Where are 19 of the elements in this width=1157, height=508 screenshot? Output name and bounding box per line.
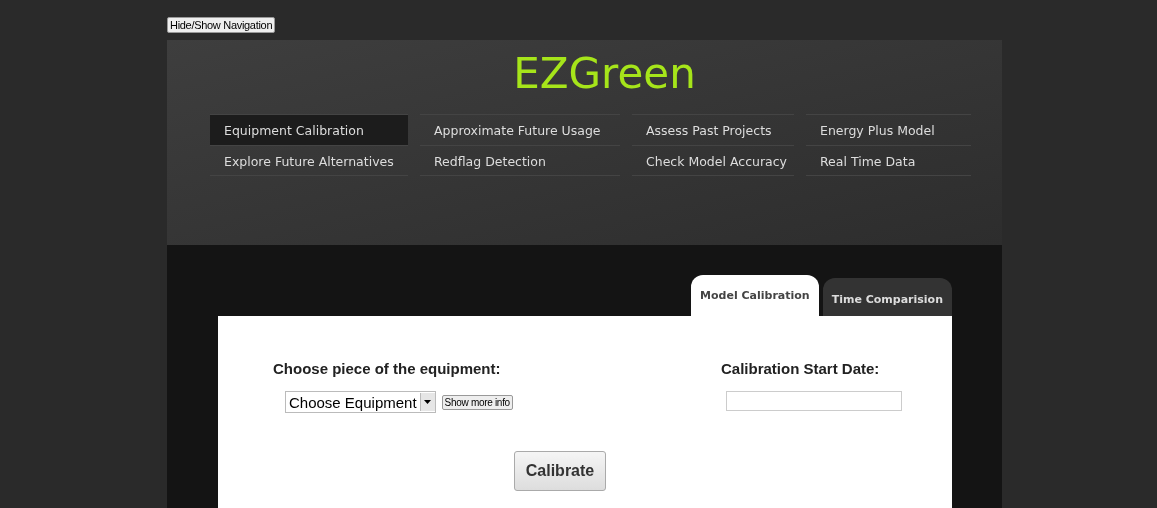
equipment-dropdown[interactable]: Choose Equipment	[285, 391, 436, 413]
tab[interactable]: Time Comparision	[822, 278, 952, 316]
nav-link[interactable]: Equipment Calibration	[210, 114, 408, 145]
start-date-field[interactable]	[726, 391, 902, 411]
nav-link[interactable]: Explore Future Alternatives	[210, 145, 408, 176]
tab[interactable]: Model Calibration	[691, 275, 819, 316]
equipment-label: Choose piece of the equipment:	[273, 360, 502, 377]
show-more-info-button[interactable]: Show more info	[441, 394, 513, 410]
calibrate-button[interactable]: Calibrate	[513, 451, 607, 491]
nav-link[interactable]: Real Time Data	[806, 145, 971, 176]
nav-link[interactable]: Assess Past Projects	[632, 114, 794, 145]
nav-link[interactable]: Energy Plus Model	[806, 114, 971, 145]
nav-link[interactable]: Redflag Detection	[420, 145, 620, 176]
dropdown-arrow-icon	[424, 400, 432, 404]
toggle-navigation-button[interactable]: Hide/Show Navigation	[167, 17, 276, 33]
site-logo-title: EZGreen	[513, 48, 696, 100]
nav-link[interactable]: Check Model Accuracy	[632, 145, 794, 176]
nav-link[interactable]: Approximate Future Usage	[420, 114, 620, 145]
date-label: Calibration Start Date:	[721, 360, 881, 377]
